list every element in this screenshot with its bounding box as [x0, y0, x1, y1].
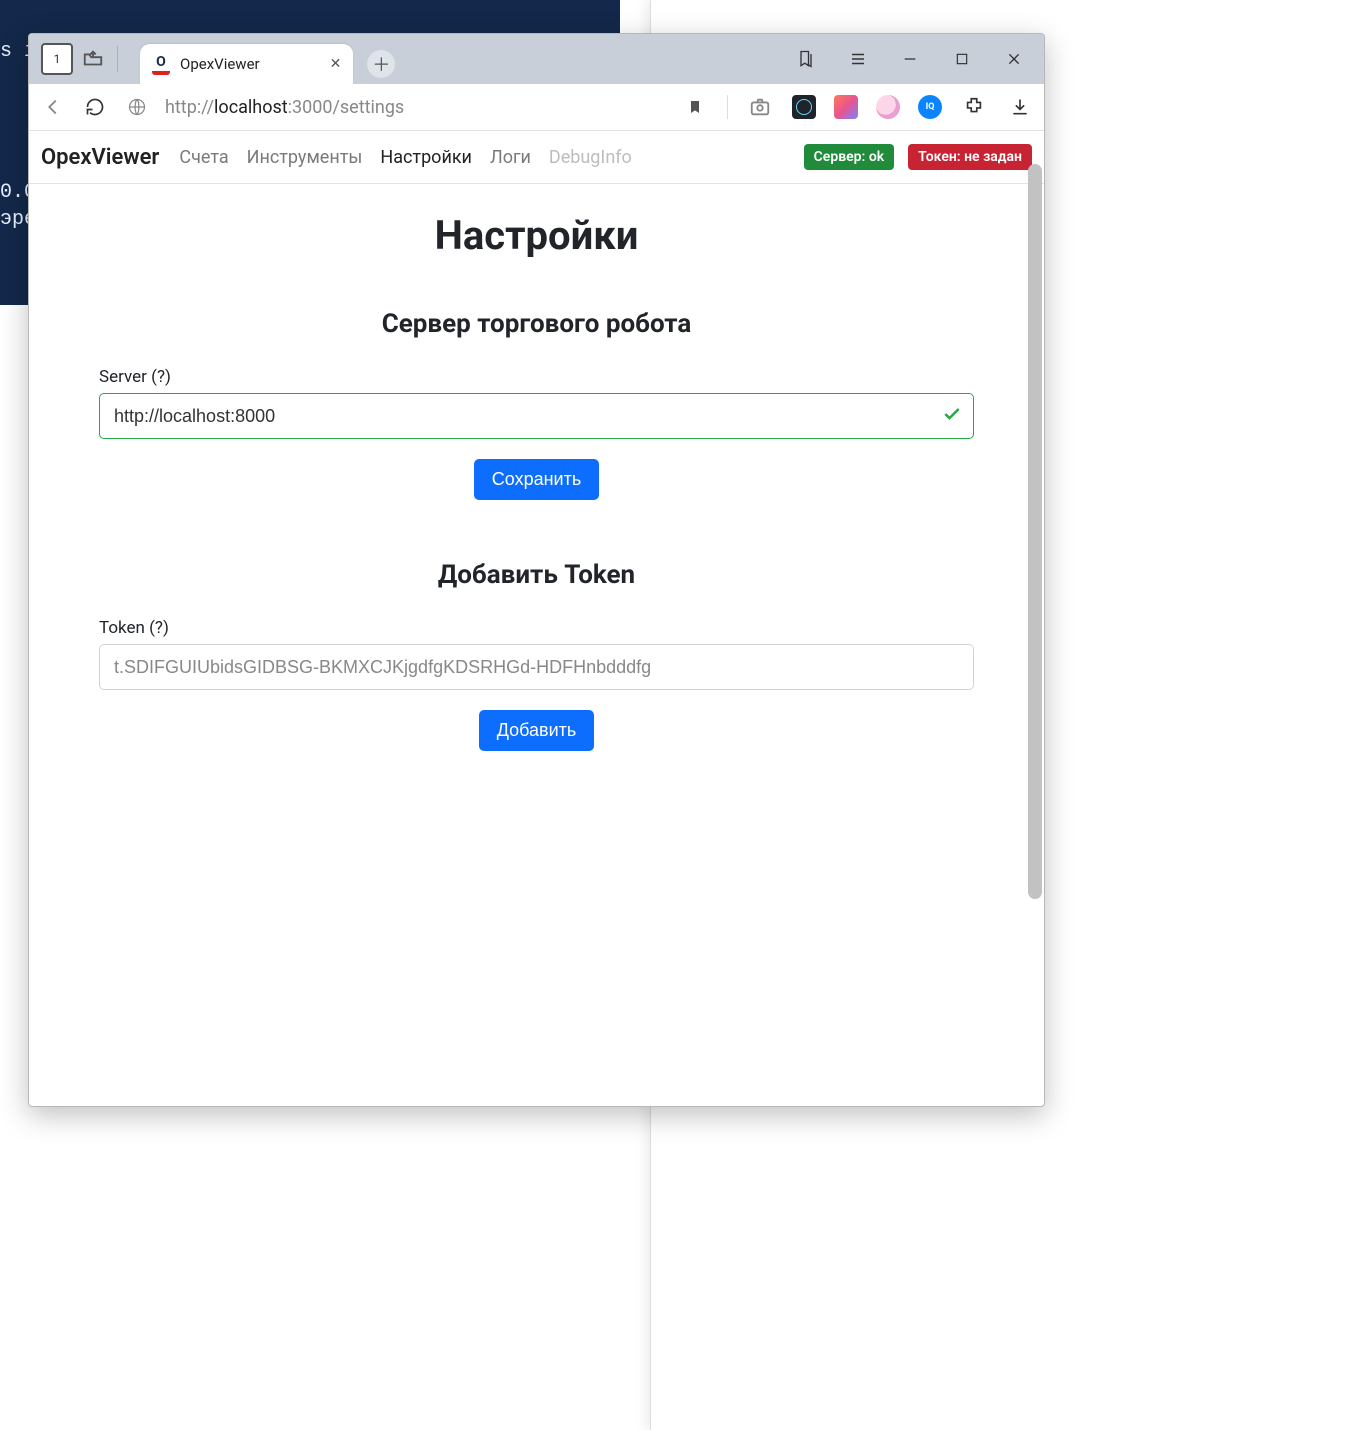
file-open-icon[interactable]	[79, 45, 107, 73]
nav-settings[interactable]: Настройки	[380, 147, 472, 168]
window-maximize-icon[interactable]	[948, 45, 976, 73]
url-protocol: http://	[165, 97, 214, 118]
window-minimize-icon[interactable]	[896, 45, 924, 73]
token-input[interactable]	[99, 644, 974, 690]
token-section-heading: Добавить Token	[99, 560, 974, 590]
extension-pink-icon[interactable]	[876, 95, 900, 119]
extension-gradient-icon[interactable]	[834, 95, 858, 119]
address-bar: http://localhost:3000/settings IQ	[29, 84, 1044, 131]
url-path: :3000/settings	[288, 97, 405, 118]
browser-tab[interactable]: O OpexViewer ✕	[140, 44, 353, 84]
browser-titlebar: 1 O OpexViewer ✕ ＋	[29, 34, 1044, 84]
page-title: Настройки	[99, 212, 974, 259]
token-input-label: Token (?)	[99, 618, 974, 638]
valid-check-icon	[942, 404, 962, 428]
extensions-menu-icon[interactable]	[960, 93, 988, 121]
extension-iq-icon[interactable]: IQ	[918, 95, 942, 119]
tab-title: OpexViewer	[180, 55, 260, 73]
nav-instruments[interactable]: Инструменты	[247, 147, 363, 168]
new-tab-button[interactable]: ＋	[367, 50, 395, 78]
server-status-badge: Сервер: ok	[804, 144, 895, 170]
browser-window: 1 O OpexViewer ✕ ＋	[28, 33, 1045, 1107]
menu-icon[interactable]	[844, 45, 872, 73]
workspace-icon[interactable]: 1	[41, 43, 73, 75]
nav-debuginfo[interactable]: DebugInfo	[549, 147, 632, 168]
url-host: localhost	[214, 97, 288, 118]
url-display[interactable]: http://localhost:3000/settings	[165, 97, 404, 118]
server-url-input[interactable]	[99, 393, 974, 439]
reload-button[interactable]	[81, 93, 109, 121]
nav-logs[interactable]: Логи	[490, 147, 531, 168]
bookmarks-icon[interactable]	[792, 45, 820, 73]
page-content: Настройки Сервер торгового робота Server…	[29, 184, 1044, 1106]
window-close-icon[interactable]	[1000, 45, 1028, 73]
scrollbar[interactable]	[1028, 164, 1042, 899]
server-input-label: Server (?)	[99, 367, 974, 387]
site-info-icon[interactable]	[123, 93, 151, 121]
bookmark-page-icon[interactable]	[681, 93, 709, 121]
add-button[interactable]: Добавить	[479, 710, 595, 751]
extension-react-icon[interactable]	[792, 95, 816, 119]
server-section-heading: Сервер торгового робота	[99, 309, 974, 339]
tab-close-icon[interactable]: ✕	[330, 56, 342, 72]
app-brand[interactable]: OpexViewer	[41, 145, 159, 170]
download-icon[interactable]	[1006, 93, 1034, 121]
save-button[interactable]: Сохранить	[474, 459, 599, 500]
token-status-badge: Токен: не задан	[908, 144, 1032, 170]
screenshot-icon[interactable]	[746, 93, 774, 121]
nav-accounts[interactable]: Счета	[179, 147, 228, 168]
back-button[interactable]	[39, 93, 67, 121]
app-navbar: OpexViewer Счета Инструменты Настройки Л…	[29, 131, 1044, 184]
tab-favicon-icon: O	[152, 53, 170, 75]
